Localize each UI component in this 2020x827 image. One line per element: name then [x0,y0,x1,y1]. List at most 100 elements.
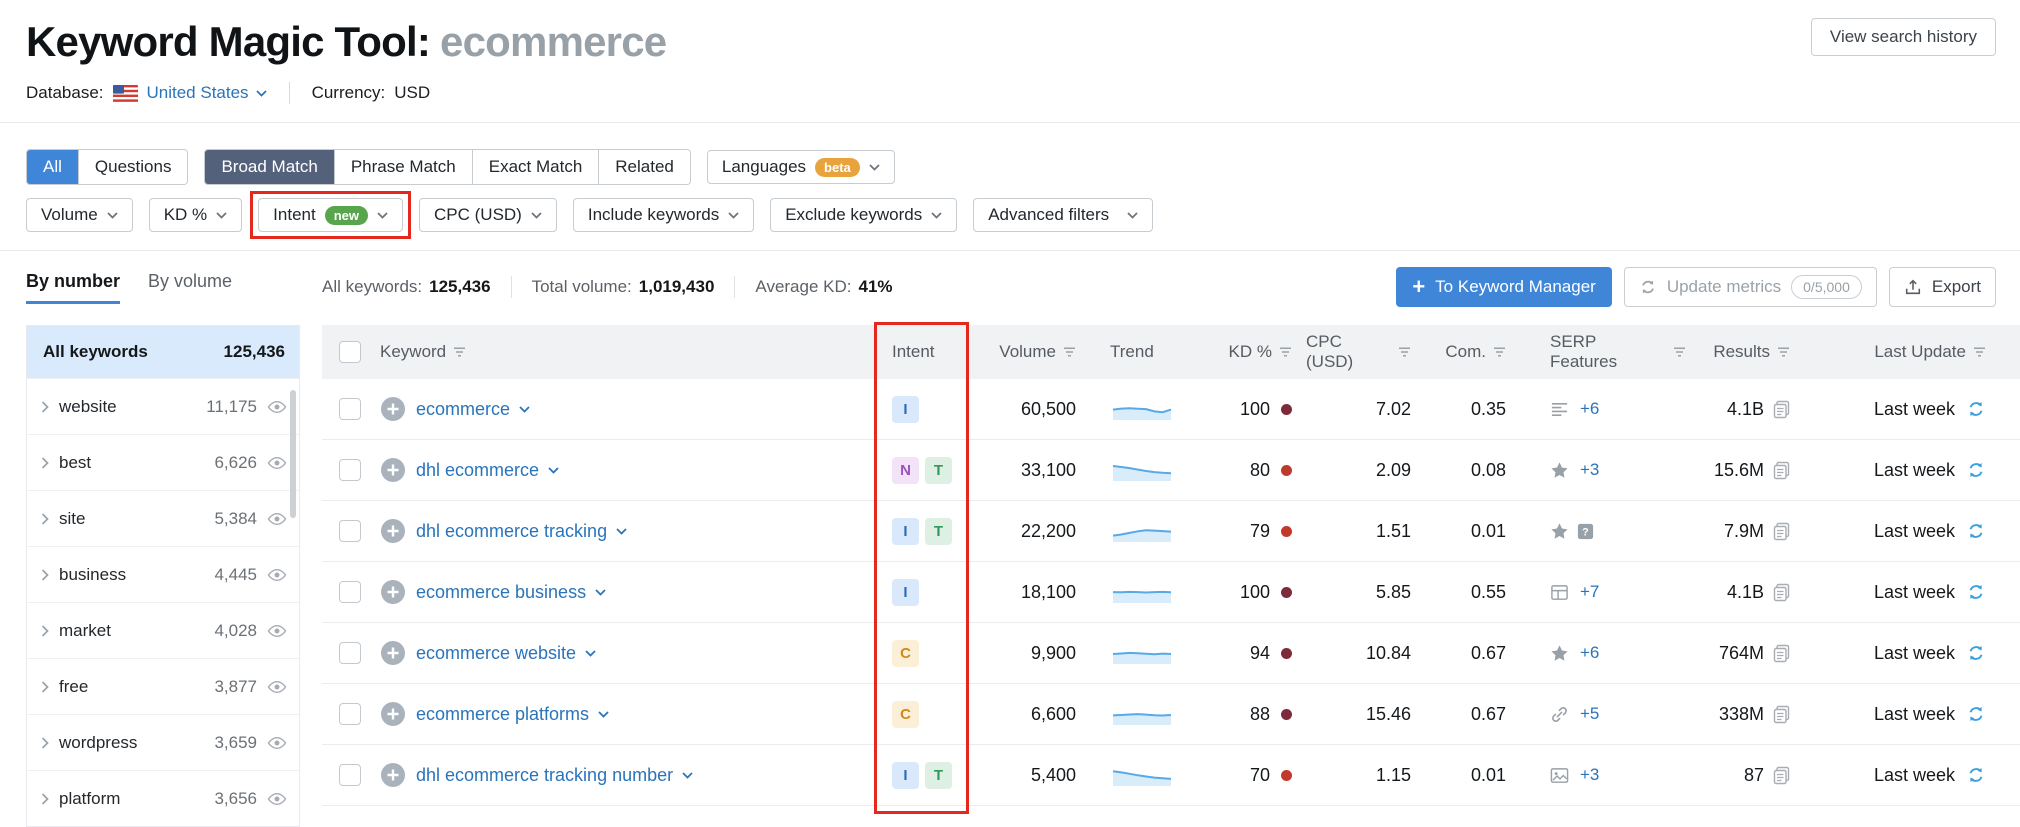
add-keyword-icon[interactable] [380,762,406,788]
doc-icon[interactable] [1773,705,1790,724]
view-search-history-button[interactable]: View search history [1811,18,1996,56]
row-checkbox[interactable] [339,459,361,481]
eye-icon[interactable] [267,680,287,694]
sidebar-item-label: site [59,509,204,529]
eye-icon[interactable] [267,792,287,806]
intent-filter[interactable]: Intentnew [258,198,403,232]
intent-badge-t: T [925,457,952,484]
keyword-link[interactable]: dhl ecommerce tracking [416,521,627,542]
refresh-icon[interactable] [1966,399,1986,419]
refresh-icon[interactable] [1966,765,1986,785]
sidebar-item-site[interactable]: site5,384 [27,490,299,546]
doc-icon[interactable] [1773,644,1790,663]
doc-icon[interactable] [1773,522,1790,541]
doc-icon[interactable] [1773,400,1790,419]
intent-badge-i: I [892,762,919,789]
volume-filter[interactable]: Volume [26,198,133,232]
row-checkbox[interactable] [339,642,361,664]
divider [0,250,2020,251]
sidebar-item-market[interactable]: market4,028 [27,602,299,658]
column-header-keyword[interactable]: Keyword [378,325,878,379]
exclude-keywords-filter[interactable]: Exclude keywords [770,198,957,232]
keyword-link[interactable]: ecommerce website [416,643,596,664]
column-header-serp-features[interactable]: SERP Features [1536,325,1686,379]
row-checkbox[interactable] [339,398,361,420]
sidebar-item-business[interactable]: business4,445 [27,546,299,602]
row-checkbox[interactable] [339,520,361,542]
eye-icon[interactable] [267,736,287,750]
add-keyword-icon[interactable] [380,701,406,727]
column-header-cpc-usd[interactable]: CPC (USD) [1306,325,1441,379]
keyword-cell: ecommerce website [378,623,878,683]
add-keyword-icon[interactable] [380,518,406,544]
eye-icon[interactable] [267,568,287,582]
column-header-kd[interactable]: KD % [1196,325,1306,379]
serp-more-link[interactable]: +3 [1580,460,1599,480]
currency-label: Currency: [312,83,386,103]
refresh-icon[interactable] [1966,704,1986,724]
eye-icon[interactable] [267,512,287,526]
languages-dropdown[interactable]: Languagesbeta [707,150,895,184]
tab-exact-match[interactable]: Exact Match [472,150,599,184]
refresh-icon[interactable] [1966,521,1986,541]
kd-dot [1281,770,1292,781]
column-header-results[interactable]: Results [1686,325,1816,379]
eye-icon[interactable] [267,624,287,638]
row-checkbox[interactable] [339,581,361,603]
tab-phrase-match[interactable]: Phrase Match [334,150,472,184]
sidebar-item-platform[interactable]: platform3,656 [27,770,299,826]
view-tab-by-number[interactable]: By number [26,271,120,304]
serp-more-link[interactable]: +3 [1580,765,1599,785]
tab-questions[interactable]: Questions [78,150,188,184]
add-keyword-icon[interactable] [380,640,406,666]
column-header-volume[interactable]: Volume [966,325,1106,379]
doc-icon[interactable] [1773,461,1790,480]
keyword-link[interactable]: ecommerce platforms [416,704,609,725]
sidebar-scrollbar[interactable] [290,390,296,518]
include-keywords-filter[interactable]: Include keywords [573,198,754,232]
serp-more-link[interactable]: +6 [1580,643,1599,663]
add-keyword-icon[interactable] [380,579,406,605]
sidebar-all-keywords[interactable]: All keywords 125,436 [27,326,299,378]
refresh-icon[interactable] [1966,582,1986,602]
doc-icon[interactable] [1773,583,1790,602]
refresh-icon[interactable] [1966,460,1986,480]
keyword-link[interactable]: ecommerce [416,399,530,420]
keyword-cell: ecommerce platforms [378,684,878,744]
column-header-com[interactable]: Com. [1441,325,1536,379]
doc-icon[interactable] [1773,766,1790,785]
kd-filter[interactable]: KD % [149,198,242,232]
row-checkbox[interactable] [339,703,361,725]
sidebar-item-free[interactable]: free3,877 [27,658,299,714]
eye-icon[interactable] [267,456,287,470]
add-keyword-icon[interactable] [380,457,406,483]
advanced-filters-filter[interactable]: Advanced filters [973,198,1153,232]
tab-broad-match[interactable]: Broad Match [205,150,333,184]
serp-more-link[interactable]: +7 [1580,582,1599,602]
row-checkbox[interactable] [339,764,361,786]
keyword-link[interactable]: ecommerce business [416,582,606,603]
serp-more-link[interactable]: +5 [1580,704,1599,724]
database-selector[interactable]: United States [147,83,267,103]
to-keyword-manager-button[interactable]: +To Keyword Manager [1396,267,1612,307]
column-header-last-update[interactable]: Last Update [1816,325,1996,379]
last-update-cell: Last week [1816,379,1996,439]
sidebar-item-wordpress[interactable]: wordpress3,659 [27,714,299,770]
keyword-link[interactable]: dhl ecommerce tracking number [416,765,693,786]
tab-related[interactable]: Related [598,150,690,184]
refresh-icon[interactable] [1966,643,1986,663]
add-keyword-icon[interactable] [380,396,406,422]
keyword-link[interactable]: dhl ecommerce [416,460,559,481]
update-metrics-button[interactable]: Update metrics0/5,000 [1624,267,1877,307]
view-tab-by-volume[interactable]: By volume [148,271,232,304]
eye-icon[interactable] [267,400,287,414]
export-button[interactable]: Export [1889,267,1996,307]
sidebar-item-website[interactable]: website11,175 [27,378,299,434]
tab-all[interactable]: All [27,150,78,184]
serp-more-link[interactable]: +6 [1580,399,1599,419]
cpc-usd-filter[interactable]: CPC (USD) [419,198,557,232]
select-all-checkbox[interactable] [339,341,361,363]
keyword-text: ecommerce platforms [416,704,589,725]
sidebar-item-best[interactable]: best6,626 [27,434,299,490]
intent-filter-highlight-wrap: Intentnew [258,198,403,232]
